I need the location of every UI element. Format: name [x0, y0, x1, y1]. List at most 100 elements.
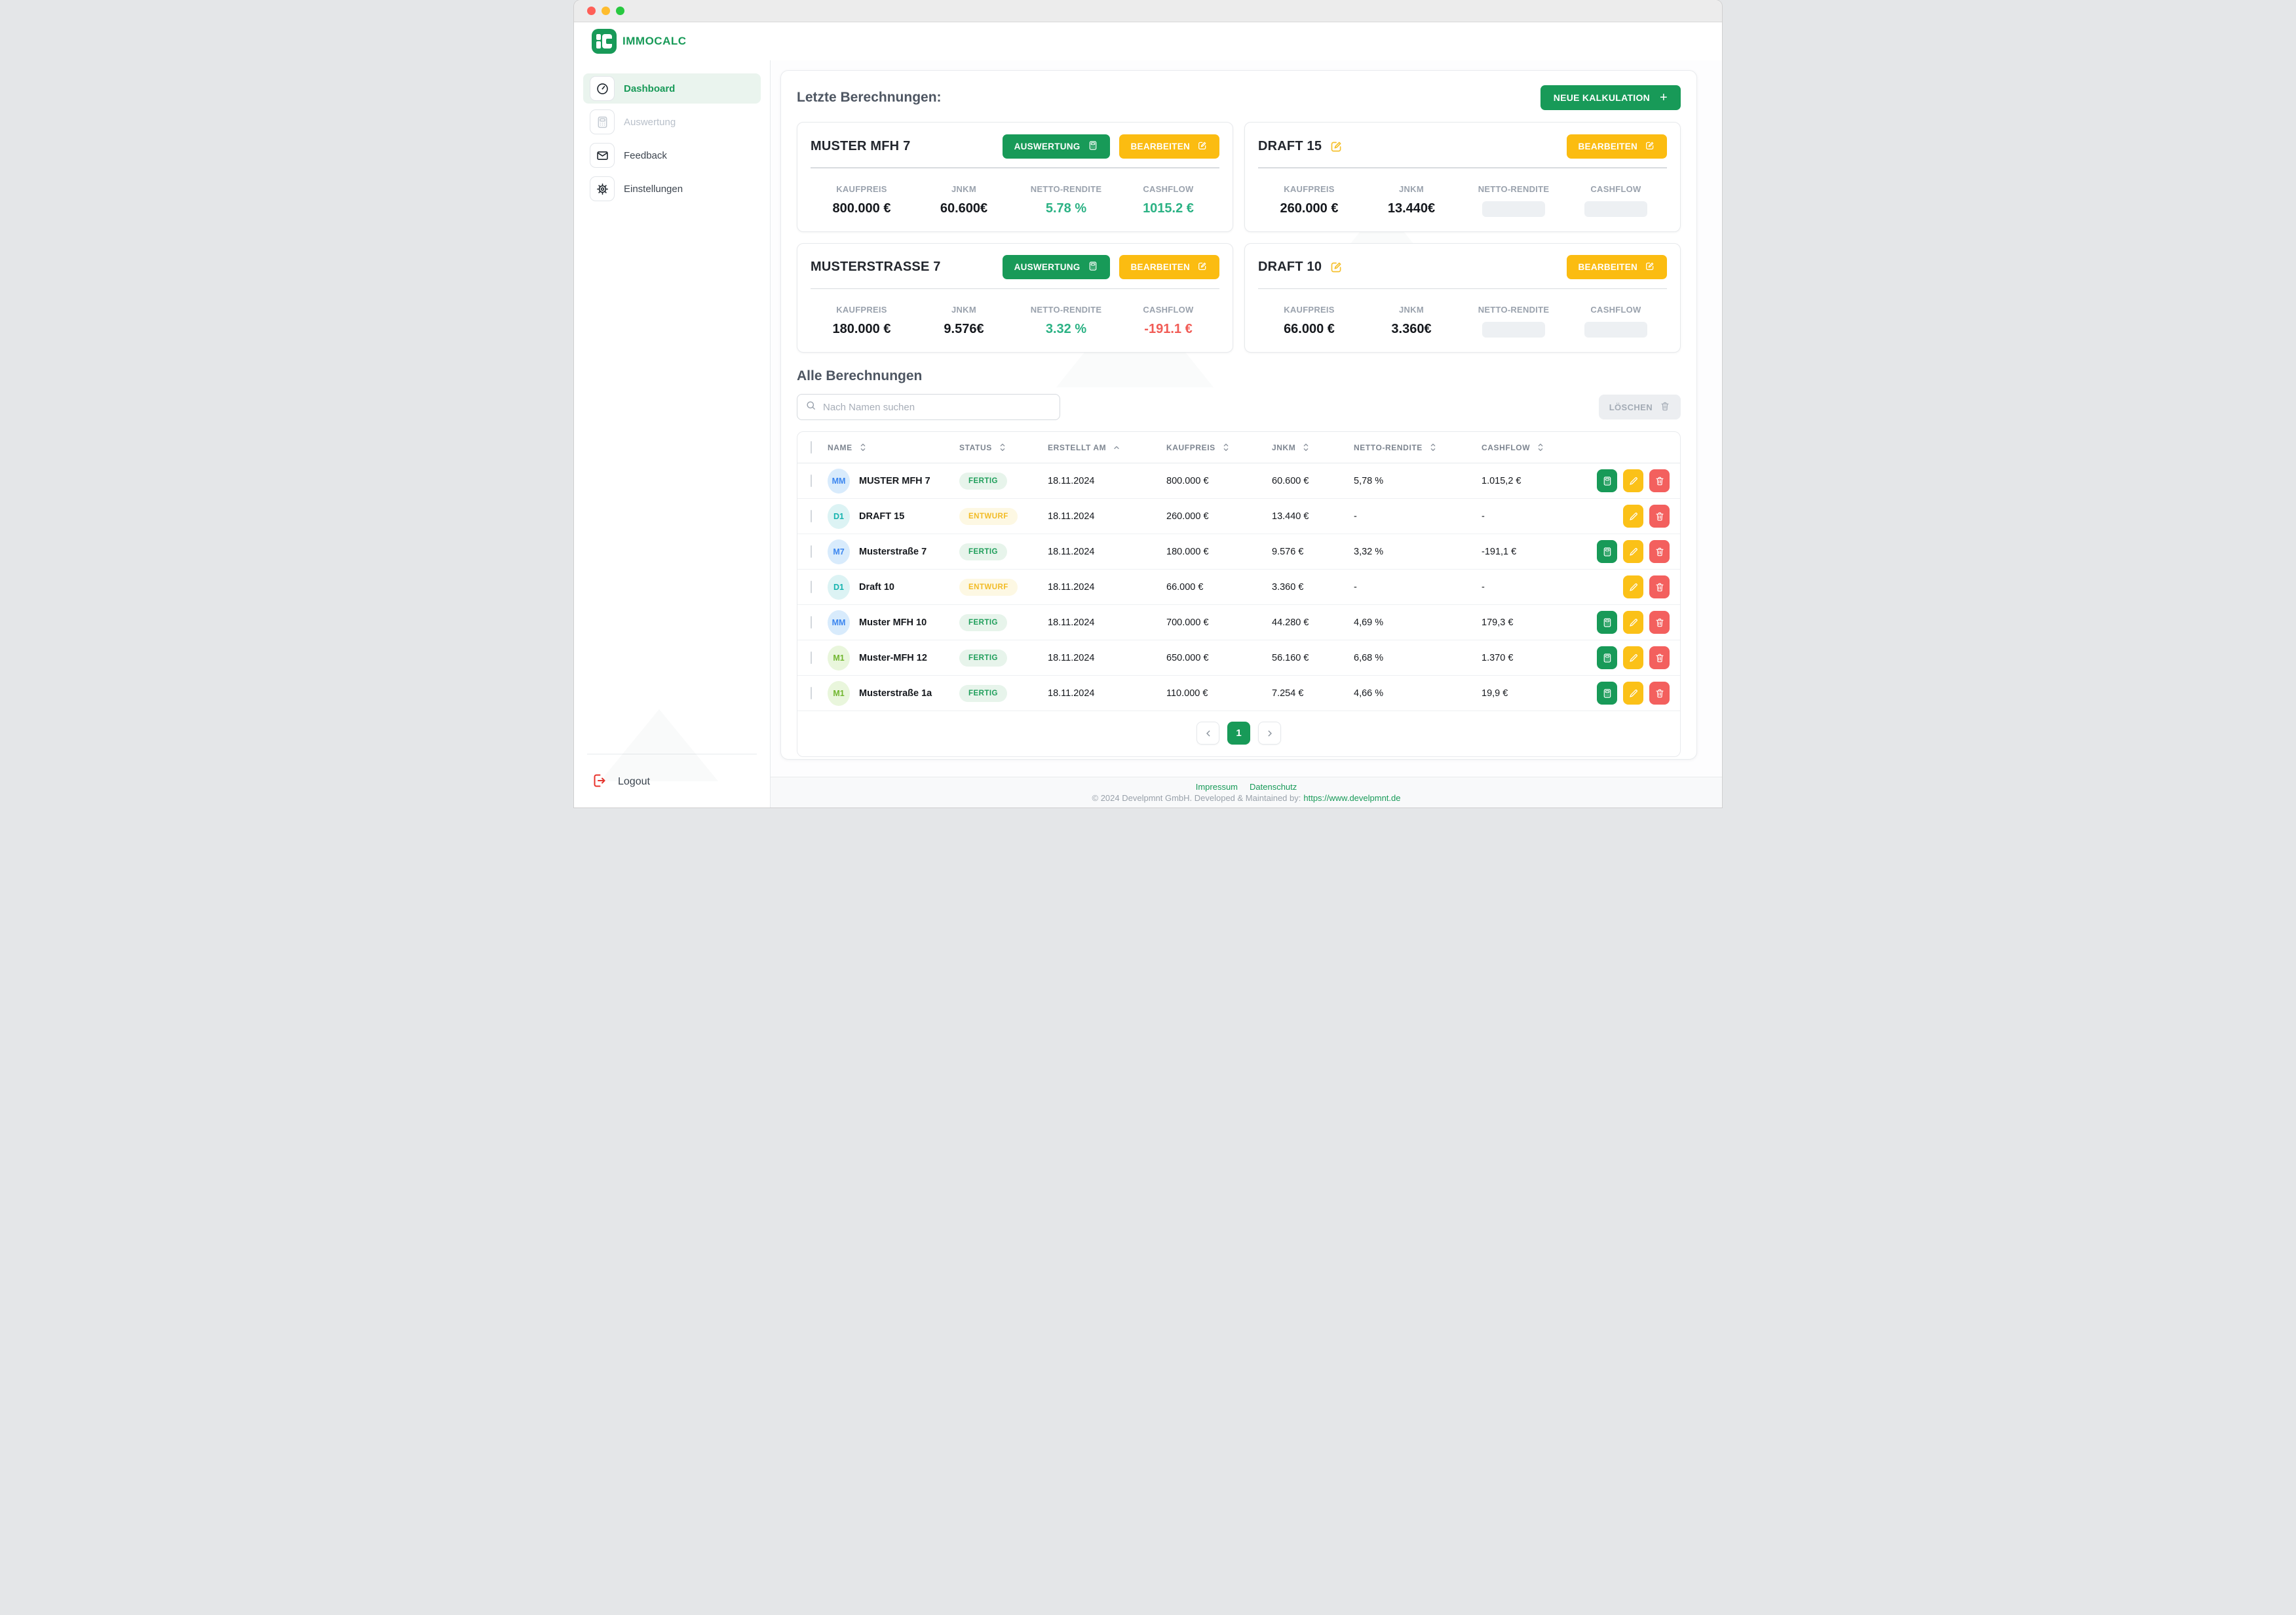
datenschutz-link[interactable]: Datenschutz — [1250, 782, 1297, 792]
card-stat: NETTO-RENDITE5.78 % — [1015, 184, 1117, 216]
logout-button[interactable]: Logout — [583, 773, 650, 790]
sidebar-item-einstellungen[interactable]: Einstellungen — [583, 174, 761, 204]
card-title: DRAFT 15 — [1258, 139, 1322, 154]
row-edit-button[interactable] — [1623, 611, 1643, 634]
card-divider — [1258, 288, 1667, 290]
select-all-checkbox[interactable] — [811, 441, 812, 454]
bearbeiten-button[interactable]: BEARBEITEN — [1119, 134, 1219, 159]
next-page-button[interactable] — [1258, 722, 1281, 745]
row-checkbox[interactable] — [811, 616, 812, 629]
bearbeiten-label: BEARBEITEN — [1578, 262, 1637, 272]
row-edit-button[interactable] — [1623, 540, 1643, 563]
row-auswertung-button[interactable] — [1597, 611, 1617, 634]
sidebar-item-dashboard[interactable]: Dashboard — [583, 73, 761, 104]
main-content: Letzte Berechnungen: NEUE KALKULATION + … — [771, 60, 1722, 777]
column-header-netto-rendite[interactable]: NETTO-RENDITE — [1354, 442, 1482, 452]
sidebar-item-label: Feedback — [624, 150, 667, 161]
edit-title-icon[interactable] — [1330, 140, 1343, 153]
row-checkbox[interactable] — [811, 687, 812, 699]
stat-label: CASHFLOW — [1565, 184, 1667, 194]
row-delete-button[interactable] — [1649, 540, 1670, 563]
mail-icon — [590, 143, 615, 168]
previous-page-button[interactable] — [1196, 722, 1219, 745]
row-edit-button[interactable] — [1623, 505, 1643, 528]
row-netto-rendite: 3,32 % — [1354, 547, 1482, 557]
row-name: Muster MFH 10 — [859, 617, 927, 628]
card-stat: KAUFPREIS800.000 € — [811, 184, 913, 216]
row-kaufpreis: 650.000 € — [1166, 653, 1272, 663]
row-auswertung-button[interactable] — [1597, 469, 1617, 492]
row-checkbox[interactable] — [811, 581, 812, 593]
bearbeiten-button[interactable]: BEARBEITEN — [1567, 255, 1667, 279]
card-title: MUSTER MFH 7 — [811, 139, 910, 154]
sort-icon — [1222, 442, 1230, 452]
card-stat: CASHFLOW1015.2 € — [1117, 184, 1219, 216]
auswertung-button[interactable]: AUSWERTUNG — [1003, 255, 1110, 279]
row-delete-button[interactable] — [1649, 611, 1670, 634]
column-header-cashflow[interactable]: CASHFLOW — [1482, 442, 1596, 452]
minimize-window-button[interactable] — [602, 7, 610, 15]
auswertung-button[interactable]: AUSWERTUNG — [1003, 134, 1110, 159]
row-edit-button[interactable] — [1623, 682, 1643, 705]
card-stat: CASHFLOW — [1565, 184, 1667, 217]
card-stat: JNKM3.360€ — [1360, 305, 1463, 338]
row-date: 18.11.2024 — [1048, 511, 1166, 522]
app-window: IMMOCALC Dashboard Auswertung Feedback Eins… — [574, 0, 1722, 808]
sidebar-nav: Dashboard Auswertung Feedback Einstellungen — [583, 73, 761, 207]
row-edit-button[interactable] — [1623, 646, 1643, 669]
row-delete-button[interactable] — [1649, 682, 1670, 705]
row-name: Musterstraße 7 — [859, 547, 927, 557]
edit-title-icon[interactable] — [1330, 260, 1343, 274]
card-stat: KAUFPREIS180.000 € — [811, 305, 913, 337]
row-checkbox[interactable] — [811, 652, 812, 664]
row-cashflow: - — [1482, 511, 1596, 522]
status-badge: FERTIG — [959, 650, 1007, 667]
page-1-button[interactable]: 1 — [1227, 722, 1250, 745]
column-header-erstellt-am[interactable]: ERSTELLT AM — [1048, 442, 1166, 452]
bearbeiten-button[interactable]: BEARBEITEN — [1119, 255, 1219, 279]
column-header-jnkm[interactable]: JNKM — [1272, 442, 1354, 452]
new-calculation-button[interactable]: NEUE KALKULATION + — [1540, 85, 1681, 110]
edit-square-icon — [1645, 140, 1655, 153]
row-delete-button[interactable] — [1649, 469, 1670, 492]
stat-value: 260.000 € — [1258, 201, 1360, 216]
copyright: © 2024 Develpmnt GmbH. Developed & Maint… — [1092, 793, 1401, 803]
row-edit-button[interactable] — [1623, 575, 1643, 598]
row-delete-button[interactable] — [1649, 505, 1670, 528]
card-stat: JNKM60.600€ — [913, 184, 1015, 216]
sidebar-item-feedback[interactable]: Feedback — [583, 140, 761, 170]
row-auswertung-button[interactable] — [1597, 540, 1617, 563]
row-checkbox[interactable] — [811, 510, 812, 522]
row-checkbox[interactable] — [811, 545, 812, 558]
brand-name: IMMOCALC — [622, 35, 687, 48]
impressum-link[interactable]: Impressum — [1196, 782, 1238, 792]
develpmnt-link[interactable]: https://www.develpmnt.de — [1303, 793, 1400, 803]
logout-icon — [591, 773, 607, 790]
row-edit-button[interactable] — [1623, 469, 1643, 492]
row-netto-rendite: 4,66 % — [1354, 688, 1482, 699]
row-auswertung-button[interactable] — [1597, 682, 1617, 705]
status-badge: ENTWURF — [959, 508, 1018, 525]
card-title: DRAFT 10 — [1258, 260, 1322, 275]
sidebar-item-label: Dashboard — [624, 83, 675, 94]
row-delete-button[interactable] — [1649, 646, 1670, 669]
row-delete-button[interactable] — [1649, 575, 1670, 598]
trash-icon — [1660, 401, 1670, 414]
card-stat: NETTO-RENDITE — [1463, 305, 1565, 338]
sidebar-item-auswertung[interactable]: Auswertung — [583, 107, 761, 137]
table-row: MMMUSTER MFH 7FERTIG18.11.2024800.000 €6… — [797, 463, 1680, 499]
column-header-kaufpreis[interactable]: KAUFPREIS — [1166, 442, 1272, 452]
close-window-button[interactable] — [587, 7, 596, 15]
row-name: MUSTER MFH 7 — [859, 476, 930, 486]
bearbeiten-button[interactable]: BEARBEITEN — [1567, 134, 1667, 159]
maximize-window-button[interactable] — [616, 7, 624, 15]
column-header-status[interactable]: STATUS — [959, 442, 1048, 452]
delete-button[interactable]: LÖSCHEN — [1599, 395, 1681, 419]
row-date: 18.11.2024 — [1048, 582, 1166, 593]
stat-label: NETTO-RENDITE — [1015, 184, 1117, 194]
card-stat: NETTO-RENDITE3.32 % — [1015, 305, 1117, 337]
row-checkbox[interactable] — [811, 475, 812, 487]
column-header-name[interactable]: NAME — [828, 442, 959, 452]
search-input[interactable] — [823, 402, 1052, 413]
row-auswertung-button[interactable] — [1597, 646, 1617, 669]
